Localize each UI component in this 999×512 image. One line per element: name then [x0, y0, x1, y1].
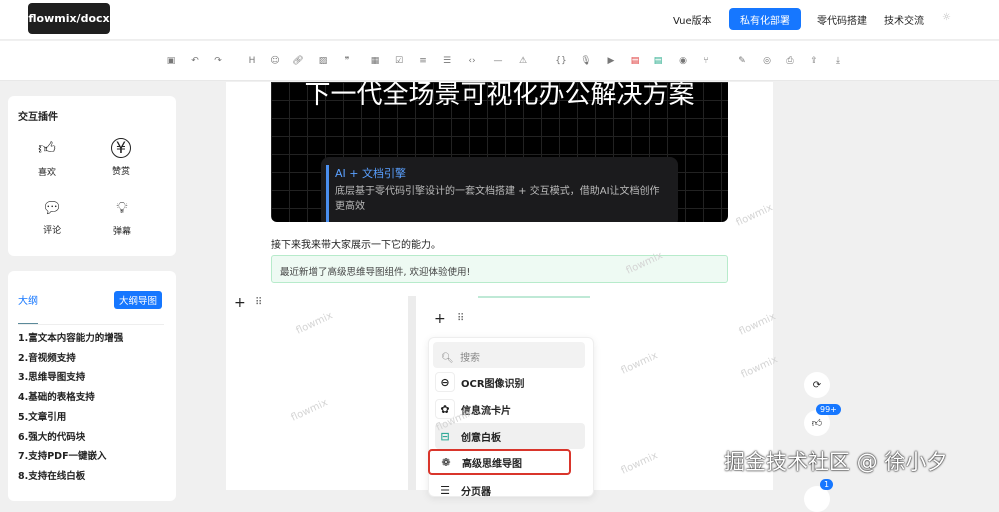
- menu-item-label: 高级思维导图: [462, 458, 522, 470]
- plugins-title: 交互插件: [18, 112, 58, 123]
- import-icon[interactable]: ⤓: [832, 55, 844, 67]
- heading-icon[interactable]: H: [246, 55, 258, 67]
- yuan-icon: ¥: [111, 138, 131, 158]
- comment-count-badge: 1: [820, 479, 834, 490]
- menu-item-pager[interactable]: ☰ 分页器: [435, 477, 585, 503]
- comment-label: 评论: [43, 226, 62, 236]
- divider: [18, 324, 164, 325]
- menu-item-label: 分页器: [461, 486, 491, 498]
- menu-item-label: OCR图像识别: [461, 378, 525, 390]
- nav-vue-version[interactable]: Vue版本: [673, 12, 712, 27]
- plugins-card: 交互插件 👍︎ 喜欢 ¥ 赞赏 💬︎ 评论 💡︎ 弹幕: [8, 96, 176, 256]
- comment-icon: 💬︎: [42, 198, 63, 217]
- checkbox-icon[interactable]: ☑: [393, 55, 405, 67]
- outline-mindmap-button[interactable]: 大纲导图: [114, 291, 163, 309]
- like-count-badge: 99+: [816, 404, 841, 415]
- ordered-list-icon[interactable]: ≡: [417, 55, 429, 67]
- ai-card-title: AI + 文档引擎: [335, 167, 406, 180]
- excel-icon[interactable]: ▤: [652, 55, 664, 67]
- credit-watermark: 掘金技术社区 @ 徐小夕: [724, 450, 948, 474]
- outline-item[interactable]: 5.文章引用: [18, 409, 66, 423]
- preview-icon[interactable]: ◎: [761, 55, 773, 67]
- undo-icon[interactable]: ↶: [189, 55, 201, 67]
- print-icon[interactable]: ⎙: [784, 55, 796, 67]
- video-icon[interactable]: ▶: [605, 55, 617, 67]
- logo[interactable]: flowmix/docx: [28, 3, 110, 34]
- ocr-icon: ⊖: [435, 372, 455, 392]
- export-icon[interactable]: ⇪: [808, 55, 820, 67]
- outline-item[interactable]: 2.音视频支持: [18, 350, 76, 364]
- outline-item[interactable]: 4.基础的表格支持: [18, 389, 95, 403]
- link-icon[interactable]: 🔗︎: [292, 55, 304, 67]
- ai-card-bar: [326, 165, 329, 222]
- menu-search-input[interactable]: 🔍︎ 搜索: [433, 342, 585, 368]
- paragraph[interactable]: 接下来我来带大家展示一下它的能力。: [271, 236, 441, 251]
- pdf-icon[interactable]: ▤: [629, 55, 641, 67]
- redo-icon[interactable]: ↷: [212, 55, 224, 67]
- nav-low-code[interactable]: 零代码搭建: [817, 12, 867, 27]
- nav-tech-exchange[interactable]: 技术交流: [884, 12, 924, 27]
- outline-item[interactable]: 6.强大的代码块: [18, 429, 85, 443]
- divider-icon[interactable]: —: [492, 55, 504, 67]
- search-icon: 🔍︎: [441, 353, 454, 364]
- menu-item-ocr[interactable]: ⊖ OCR图像识别: [435, 369, 585, 395]
- reward-label: 赞赏: [111, 167, 130, 177]
- outline-item[interactable]: 7.支持PDF一键嵌入: [18, 448, 107, 462]
- outline-item[interactable]: 1.富文本内容能力的增强: [18, 330, 123, 344]
- menu-item-label: 创意白板: [461, 432, 501, 444]
- lightbulb-icon: 💡︎: [116, 198, 128, 217]
- banner-title: 下一代全场景可视化办公解决方案: [304, 82, 695, 110]
- ai-card: AI + 文档引擎 底层基于零代码引擎设计的一套文档搭建 + 交互模式，借助AI…: [321, 157, 678, 222]
- code-icon[interactable]: ‹›: [466, 55, 478, 67]
- like-label: 喜欢: [38, 168, 57, 178]
- drag-handle-icon[interactable]: ⠿: [255, 297, 262, 308]
- audio-icon[interactable]: 🎙︎: [580, 55, 592, 67]
- tab-outline[interactable]: 大纲: [18, 292, 38, 307]
- bullet-list-icon[interactable]: ☰: [441, 55, 453, 67]
- refresh-float-button[interactable]: ⟳: [804, 372, 830, 398]
- outline-item[interactable]: 8.支持在线白板: [18, 468, 85, 482]
- drag-handle-icon[interactable]: ⠿: [457, 313, 464, 324]
- add-block-icon[interactable]: +: [434, 311, 446, 327]
- theme-toggle-icon[interactable]: ☼: [942, 12, 951, 23]
- branch-icon[interactable]: ⑂: [700, 55, 712, 67]
- save-icon[interactable]: ▣: [165, 55, 177, 67]
- reward-plugin[interactable]: ¥ 赞赏: [111, 138, 131, 177]
- emoji-icon[interactable]: ☺: [269, 55, 281, 67]
- pager-icon: ☰: [440, 483, 450, 497]
- menu-item-mindmap[interactable]: ❁ 高级思维导图: [428, 449, 571, 475]
- thumbs-up-icon: 👍︎: [38, 139, 56, 159]
- alert-icon[interactable]: ⚠: [517, 55, 529, 67]
- banner-image: 下一代全场景可视化办公解决方案 AI + 文档引擎 底层基于零代码引擎设计的一套…: [271, 82, 728, 222]
- add-block-icon[interactable]: +: [234, 295, 246, 311]
- outline-item[interactable]: 3.思维导图支持: [18, 369, 85, 383]
- block-line: [478, 296, 590, 298]
- code-block-icon[interactable]: {}: [555, 55, 567, 67]
- table-icon[interactable]: ▦: [369, 55, 381, 67]
- search-placeholder: 搜索: [460, 353, 481, 364]
- menu-item-whiteboard[interactable]: ⊟ 创意白板: [435, 423, 585, 449]
- image-icon[interactable]: ▨: [317, 55, 329, 67]
- mindmap-icon: ❁: [441, 455, 451, 469]
- comment-plugin[interactable]: 💬︎ 评论: [42, 198, 62, 236]
- nav-private-deploy-button[interactable]: 私有化部署: [729, 8, 801, 30]
- brush-icon[interactable]: ✎: [736, 55, 748, 67]
- danmaku-plugin[interactable]: 💡︎ 弹幕: [113, 198, 131, 237]
- thumbs-up-icon: 👍︎: [811, 418, 823, 429]
- danmaku-label: 弹幕: [113, 227, 132, 237]
- outline-card: 大纲 大纲导图: [8, 271, 176, 501]
- quote-icon[interactable]: ❞: [341, 55, 353, 67]
- like-plugin[interactable]: 👍︎ 喜欢: [38, 138, 56, 178]
- mindmap-icon[interactable]: ◉: [677, 55, 689, 67]
- refresh-icon: ⟳: [812, 379, 822, 391]
- ai-card-desc: 底层基于零代码引擎设计的一套文档搭建 + 交互模式，借助AI让文档创作更高效: [335, 186, 660, 212]
